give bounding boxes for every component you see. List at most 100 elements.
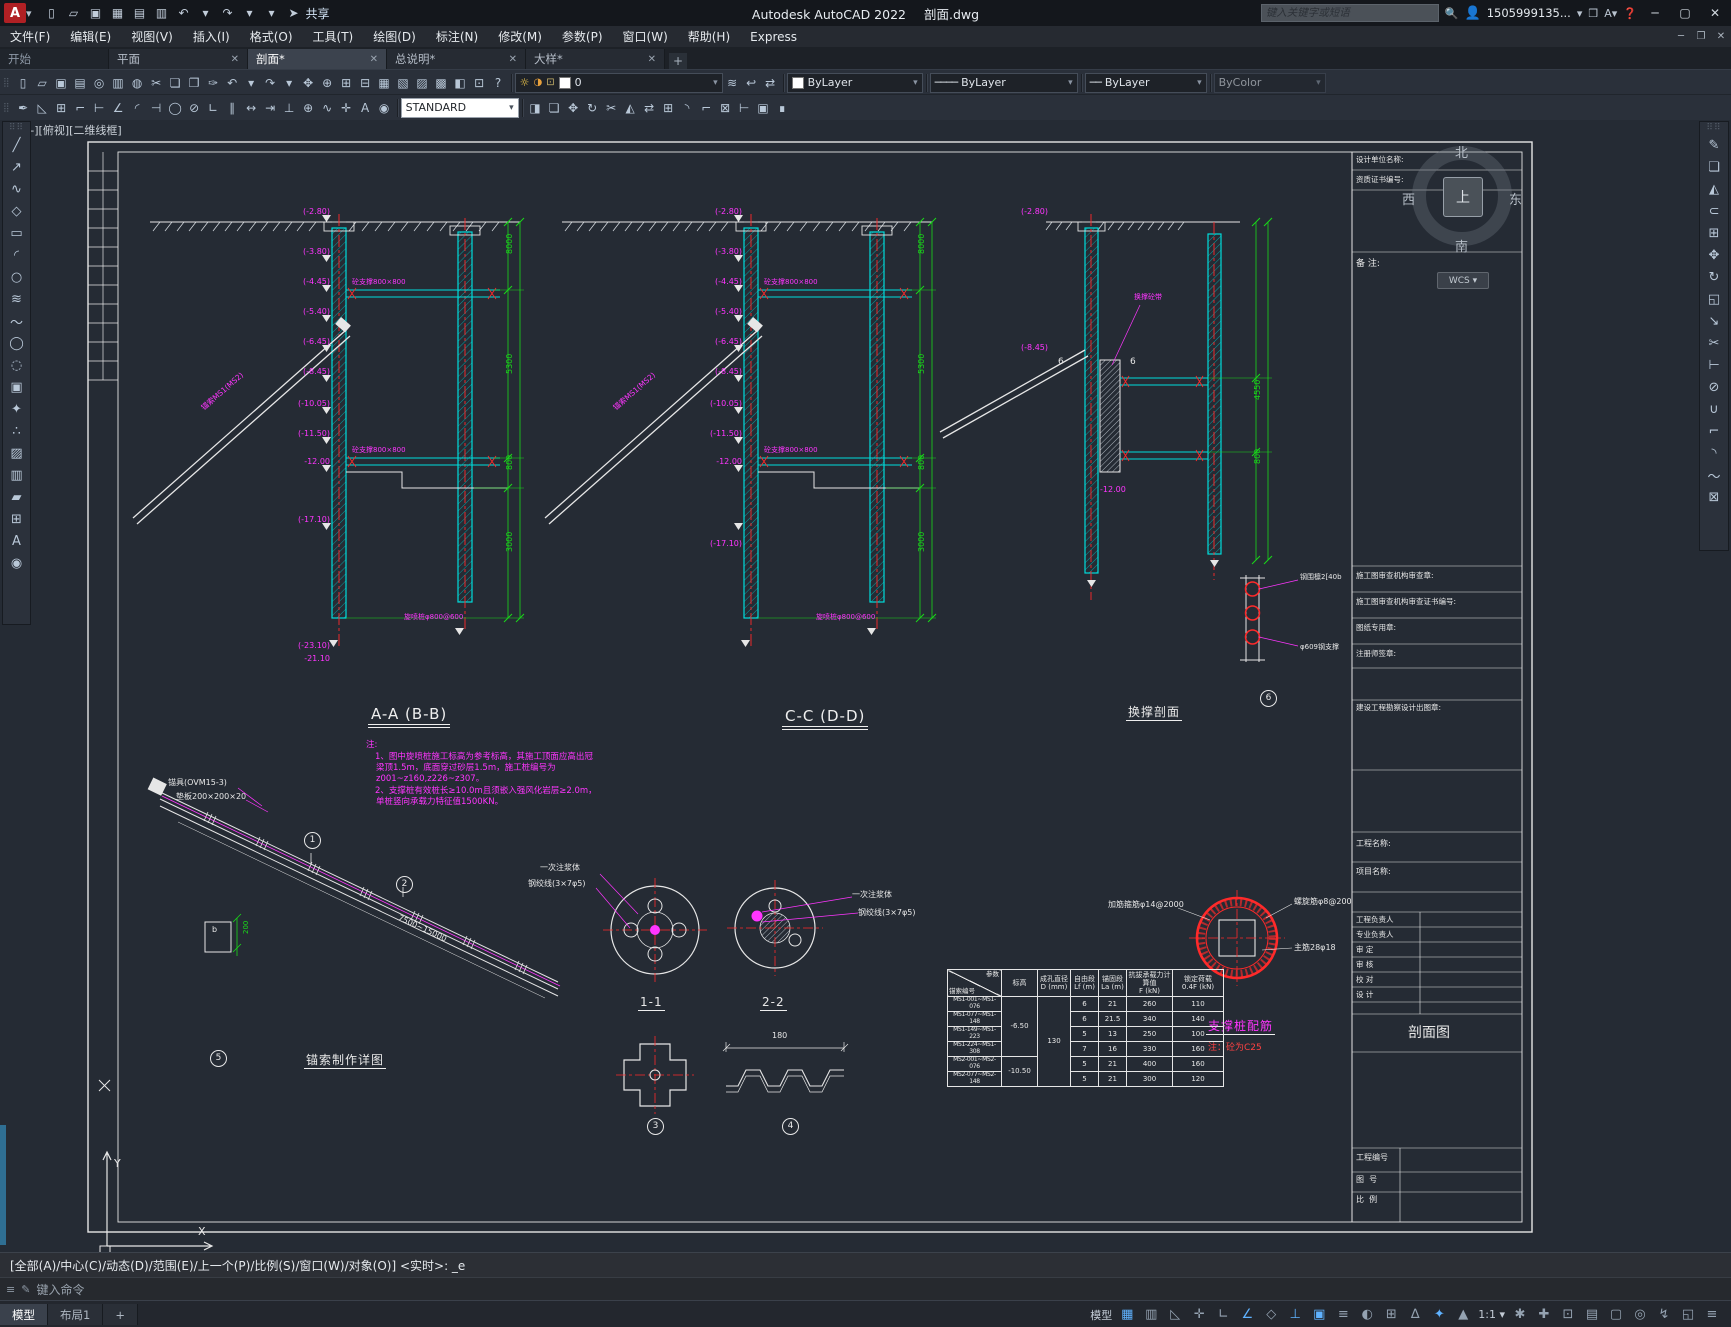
tab-start[interactable]: 开始✕ [0, 49, 109, 69]
clean-screen-icon[interactable]: ◱ [1677, 1305, 1699, 1324]
fillet-icon[interactable]: ◝ [1703, 442, 1725, 464]
menu-item[interactable]: 编辑(E) [60, 26, 121, 47]
zoom-previous-icon[interactable]: ⊟ [356, 73, 375, 92]
ortho-mode-icon[interactable]: ∟ [1212, 1305, 1234, 1324]
layer-states-icon[interactable]: ▧ [394, 73, 413, 92]
ellipse-arc-icon[interactable]: ◌ [6, 354, 28, 376]
grid-display-icon[interactable]: ▦ [1116, 1305, 1138, 1324]
arc-icon[interactable]: ◜ [6, 244, 28, 266]
model-tab[interactable]: 模型 [0, 1304, 48, 1325]
mtext-icon[interactable]: A [6, 530, 28, 552]
rotate-icon[interactable]: ↻ [583, 98, 602, 117]
compass-north[interactable]: 北 [1455, 142, 1468, 161]
layer-freeze-icon[interactable]: ◑ [533, 77, 542, 88]
chevron-down-icon[interactable]: ▾ [713, 78, 718, 88]
help-icon[interactable]: ? [489, 73, 508, 92]
gradient-icon[interactable]: ▥ [6, 464, 28, 486]
tab-poumian[interactable]: 剖面* ✕ [248, 49, 387, 69]
menu-item[interactable]: 绘图(D) [363, 26, 426, 47]
region-icon[interactable]: ▰ [6, 486, 28, 508]
layer-on-icon[interactable]: ☼ [520, 76, 530, 89]
compass-west[interactable]: 西 [1402, 189, 1415, 208]
move-icon[interactable]: ✥ [564, 98, 583, 117]
menu-item[interactable]: 插入(I) [183, 26, 240, 47]
dim-linear-icon[interactable]: ⊢ [90, 98, 109, 117]
dim-space-icon[interactable]: ◨ [526, 98, 545, 117]
menu-item[interactable]: 窗口(W) [613, 26, 678, 47]
zoom-realtime-icon[interactable]: ⊕ [318, 73, 337, 92]
dim-baseline-icon[interactable]: ∥ [223, 98, 242, 117]
dim-ordinate-icon[interactable]: ⊣ [147, 98, 166, 117]
workspace-switching-icon[interactable]: ✱ [1509, 1305, 1531, 1324]
linetype-control-combo[interactable]: ──── ByLayer ▾ [929, 72, 1078, 93]
object-snap-tracking-icon[interactable]: ⊥ [1284, 1305, 1306, 1324]
explode-icon[interactable]: ⊠ [1703, 486, 1725, 508]
save-icon[interactable]: ▣ [86, 4, 106, 22]
layer-translate-icon[interactable]: ⇄ [761, 73, 780, 92]
dim-diameter-icon[interactable]: ⊘ [185, 98, 204, 117]
chevron-down-icon[interactable]: ▾ [1068, 78, 1073, 88]
fillet-icon[interactable]: ◝ [678, 98, 697, 117]
undo-icon[interactable]: ↶ [223, 73, 242, 92]
viewport-controls[interactable]: [-][俯视][二维线框] [26, 122, 122, 138]
user-avatar-icon[interactable]: 👤 [1465, 6, 1481, 21]
dim-break-icon[interactable]: ⇥ [261, 98, 280, 117]
menu-item[interactable]: 参数(P) [552, 26, 613, 47]
mirror-icon[interactable]: ◭ [1703, 178, 1725, 200]
mtext-icon[interactable]: A [356, 98, 375, 117]
tab-pingmian[interactable]: 平面 ✕ [109, 49, 248, 69]
snap-mode-icon[interactable]: ▥ [1140, 1305, 1162, 1324]
trim-icon[interactable]: ⊠ [716, 98, 735, 117]
rectangle-icon[interactable]: ▭ [6, 222, 28, 244]
customization-icon[interactable]: ≡ [1701, 1305, 1723, 1324]
center-mark-icon[interactable]: ⊕ [299, 98, 318, 117]
mleader-style-icon[interactable]: ⌐ [71, 98, 90, 117]
close-tab-icon[interactable]: ✕ [231, 54, 239, 65]
doc-restore-icon[interactable]: ❐ [1691, 31, 1711, 42]
make-object-layer-current-icon[interactable]: ≋ [723, 73, 742, 92]
copy-icon[interactable]: ❏ [1703, 156, 1725, 178]
chevron-down-icon[interactable]: ▾ [509, 103, 514, 113]
preview-icon[interactable]: ◎ [90, 73, 109, 92]
new-drawing-tab-button[interactable]: + [669, 53, 687, 69]
point-icon[interactable]: ∴ [6, 420, 28, 442]
search-input[interactable] [1260, 4, 1439, 22]
break-icon[interactable]: ⊘ [1703, 376, 1725, 398]
layer-isolate-icon[interactable]: ▨ [413, 73, 432, 92]
redo-dd-icon[interactable]: ▾ [280, 73, 299, 92]
tab-zongshuoming[interactable]: 总说明* ✕ [387, 49, 526, 69]
compass-east[interactable]: 东 [1509, 189, 1522, 208]
array-icon[interactable]: ⊞ [659, 98, 678, 117]
cut-icon[interactable]: ✂ [147, 73, 166, 92]
match-properties-icon[interactable]: ✑ [204, 73, 223, 92]
command-menu-icon[interactable]: ≡ [6, 1283, 15, 1296]
app-store-cart-icon[interactable]: ❒ [1588, 7, 1598, 20]
autoscale-icon[interactable]: ▲ [1452, 1305, 1474, 1324]
erase-icon[interactable]: ✂ [602, 98, 621, 117]
transparency-icon[interactable]: ◐ [1356, 1305, 1378, 1324]
chamfer-icon[interactable]: ⌐ [697, 98, 716, 117]
tab-dayang[interactable]: 大样* ✕ [526, 49, 665, 69]
extend-icon[interactable]: ⊢ [735, 98, 754, 117]
wcs-dropdown[interactable]: WCS ▾ [1437, 272, 1489, 289]
app-logo-icon[interactable]: A [4, 3, 26, 23]
hatch-icon[interactable]: ▨ [6, 442, 28, 464]
trim-icon[interactable]: ✂ [1703, 332, 1725, 354]
dim-arc-icon[interactable]: ◜ [128, 98, 147, 117]
dim-update-icon[interactable]: ◉ [375, 98, 394, 117]
toolbar-grip[interactable]: ⠿⠿ [1706, 123, 1721, 133]
minimize-button[interactable]: ─ [1643, 3, 1667, 23]
tolerance-icon[interactable]: ⊥ [280, 98, 299, 117]
infer-constraints-icon[interactable]: ◺ [1164, 1305, 1186, 1324]
copy-clip-icon[interactable]: ❏ [166, 73, 185, 92]
redo-dropdown-icon[interactable]: ▾ [240, 4, 260, 22]
layer-previous-icon[interactable]: ↩ [742, 73, 761, 92]
dim-angular-icon[interactable]: ∟ [204, 98, 223, 117]
text-style-icon[interactable]: ◺ [33, 98, 52, 117]
search-icon[interactable]: 🔍 [1445, 7, 1459, 20]
construction-line-icon[interactable]: ↗ [6, 156, 28, 178]
dim-style-combo[interactable]: STANDARD ▾ [400, 97, 519, 118]
dynamic-input-icon[interactable]: ✛ [1188, 1305, 1210, 1324]
dim-aligned-icon[interactable]: ∠ [109, 98, 128, 117]
close-tab-icon[interactable]: ✕ [509, 54, 517, 65]
